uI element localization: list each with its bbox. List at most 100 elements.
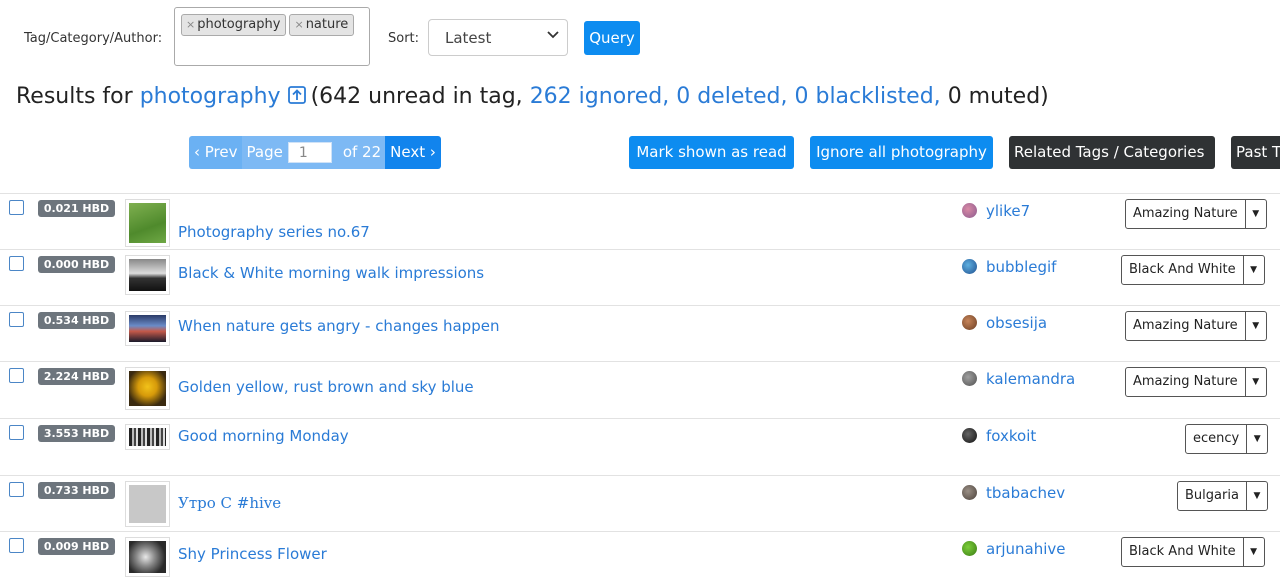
caret-down-icon[interactable]: ▼ <box>1244 368 1266 396</box>
mark-shown-read-button[interactable]: Mark shown as read <box>629 136 794 169</box>
row-checkbox[interactable] <box>9 312 24 327</box>
muted-count: 0 muted) <box>947 84 1049 109</box>
post-thumbnail[interactable] <box>125 424 170 450</box>
tag-chip[interactable]: × nature <box>289 14 355 36</box>
category-select[interactable]: Black And White ▼ <box>1121 537 1265 567</box>
post-thumbnail[interactable] <box>125 311 170 346</box>
row-checkbox[interactable] <box>9 538 24 553</box>
ignored-link[interactable]: 262 ignored, <box>530 84 670 109</box>
table-row: 3.553 HBD Good morning Monday foxkoit ec… <box>0 418 1280 475</box>
post-title-link[interactable]: Photography series no.67 <box>178 223 370 241</box>
author-link[interactable]: foxkoit <box>962 427 1036 445</box>
related-tags-button[interactable]: Related Tags / Categories <box>1009 136 1215 169</box>
external-link-icon[interactable] <box>287 85 307 111</box>
category-select[interactable]: Amazing Nature ▼ <box>1125 367 1267 397</box>
next-page-button[interactable]: Next › <box>385 136 441 169</box>
author-link[interactable]: ylike7 <box>962 202 1030 220</box>
avatar <box>962 315 977 330</box>
post-title-link[interactable]: Golden yellow, rust brown and sky blue <box>178 378 474 396</box>
caret-down-icon[interactable]: ▼ <box>1244 312 1266 340</box>
post-title-link[interactable]: Good morning Monday <box>178 427 349 445</box>
row-checkbox[interactable] <box>9 200 24 215</box>
author-link[interactable]: arjunahive <box>962 540 1066 558</box>
table-row: 0.009 HBD Shy Princess Flower arjunahive… <box>0 531 1280 583</box>
category-select[interactable]: Amazing Nature ▼ <box>1125 199 1267 229</box>
avatar <box>962 259 977 274</box>
query-button[interactable]: Query <box>584 21 640 55</box>
hbd-badge: 0.009 HBD <box>38 538 115 555</box>
results-heading: Results for photography (642 unread in ta… <box>16 84 1049 111</box>
table-row: 0.000 HBD Black & White morning walk imp… <box>0 249 1280 306</box>
category-select[interactable]: Black And White ▼ <box>1121 255 1265 285</box>
results-prefix: Results for <box>16 84 133 109</box>
post-title-link[interactable]: When nature gets angry - changes happen <box>178 317 499 335</box>
row-checkbox[interactable] <box>9 425 24 440</box>
table-row: 0.534 HBD When nature gets angry - chang… <box>0 305 1280 362</box>
hbd-badge: 0.733 HBD <box>38 482 115 499</box>
caret-down-icon[interactable]: ▼ <box>1246 425 1267 453</box>
post-thumbnail[interactable] <box>125 199 170 247</box>
caret-down-icon[interactable]: ▼ <box>1242 256 1264 284</box>
chevron-down-icon <box>547 28 559 42</box>
tag-chip[interactable]: × photography <box>181 14 287 36</box>
caret-down-icon[interactable]: ▼ <box>1242 538 1264 566</box>
category-select[interactable]: ecency ▼ <box>1185 424 1269 454</box>
tag-filter-label: Tag/Category/Author: <box>24 31 163 46</box>
page-number-input[interactable]: 1 <box>287 142 332 163</box>
sort-label: Sort: <box>388 31 420 46</box>
row-checkbox[interactable] <box>9 256 24 271</box>
post-thumbnail[interactable] <box>125 255 170 295</box>
deleted-link[interactable]: 0 deleted, <box>676 84 787 109</box>
row-checkbox[interactable] <box>9 368 24 383</box>
caret-down-icon[interactable]: ▼ <box>1244 200 1266 228</box>
sort-value: Latest <box>445 29 492 47</box>
prev-page-button[interactable]: ‹ Prev <box>189 136 242 169</box>
avatar <box>962 541 977 556</box>
hbd-badge: 2.224 HBD <box>38 368 115 385</box>
tag-chip-label: photography <box>197 17 281 32</box>
row-checkbox[interactable] <box>9 482 24 497</box>
author-link[interactable]: tbabachev <box>962 484 1065 502</box>
author-name: arjunahive <box>986 540 1066 558</box>
post-thumbnail[interactable] <box>125 537 170 577</box>
category-select[interactable]: Bulgaria ▼ <box>1177 481 1268 511</box>
caret-down-icon[interactable]: ▼ <box>1245 482 1267 510</box>
category-value: Amazing Nature <box>1133 206 1238 221</box>
remove-chip-icon[interactable]: × <box>294 18 303 31</box>
remove-chip-icon[interactable]: × <box>186 18 195 31</box>
author-name: tbabachev <box>986 484 1066 502</box>
post-title-link[interactable]: Shy Princess Flower <box>178 545 327 563</box>
author-link[interactable]: bubblegif <box>962 258 1056 276</box>
author-link[interactable]: obsesija <box>962 314 1047 332</box>
sort-select[interactable]: Latest <box>428 19 568 56</box>
author-name: foxkoit <box>986 427 1037 445</box>
category-value: Bulgaria <box>1185 488 1239 503</box>
pagination: ‹ Prev Page 1 of 22 Next › <box>189 136 441 169</box>
table-row: 0.021 HBD Photography series no.67 ylike… <box>0 193 1280 250</box>
blacklisted-link[interactable]: 0 blacklisted, <box>794 84 940 109</box>
post-title-link[interactable]: Утро С #hive <box>178 494 281 512</box>
hbd-badge: 3.553 HBD <box>38 425 115 442</box>
hbd-badge: 0.000 HBD <box>38 256 115 273</box>
category-value: ecency <box>1193 431 1240 446</box>
category-select[interactable]: Amazing Nature ▼ <box>1125 311 1267 341</box>
page-input-wrap: 1 <box>287 136 337 169</box>
avatar <box>962 485 977 500</box>
category-value: Amazing Nature <box>1133 318 1238 333</box>
post-thumbnail[interactable] <box>125 481 170 527</box>
open-paren: ( <box>310 84 320 109</box>
page-count-label: of 22 <box>336 136 386 169</box>
author-link[interactable]: kalemandra <box>962 370 1075 388</box>
category-value: Black And White <box>1129 544 1236 559</box>
post-thumbnail[interactable] <box>125 367 170 410</box>
ignore-all-button[interactable]: Ignore all photography <box>810 136 993 169</box>
avatar <box>962 203 977 218</box>
post-title-link[interactable]: Black & White morning walk impressions <box>178 264 484 282</box>
past-button[interactable]: Past T <box>1231 136 1280 169</box>
avatar <box>962 428 977 443</box>
category-value: Amazing Nature <box>1133 374 1238 389</box>
tag-filter-input[interactable]: × photography × nature <box>174 7 370 66</box>
avatar <box>962 371 977 386</box>
results-tag-link[interactable]: photography <box>140 84 281 109</box>
page-label: Page <box>241 136 288 169</box>
